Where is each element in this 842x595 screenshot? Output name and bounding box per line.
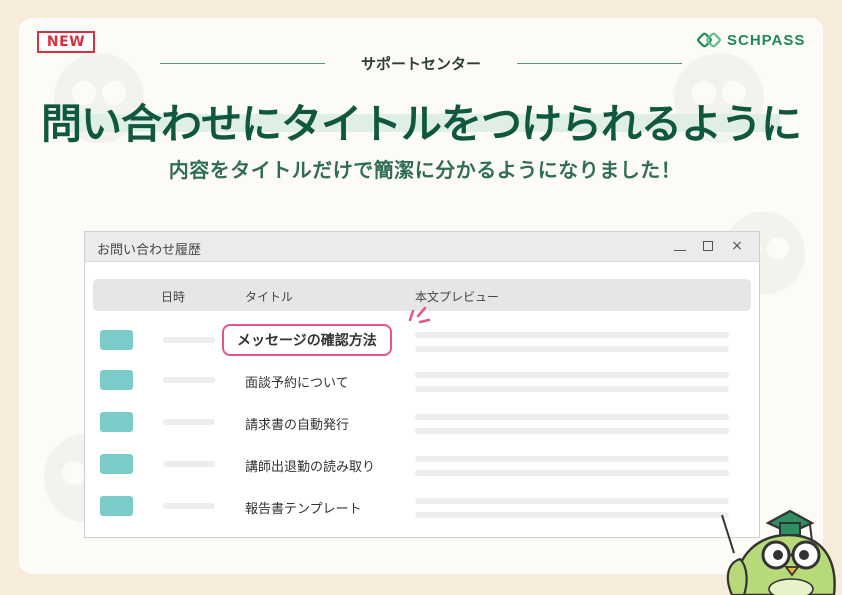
- close-icon: ×: [731, 238, 743, 254]
- minimize-icon: [674, 250, 686, 251]
- table-row[interactable]: 請求書の自動発行: [85, 412, 761, 436]
- preview-placeholder: [415, 386, 729, 392]
- row-title-highlighted: メッセージの確認方法: [222, 324, 392, 356]
- brand-logo-icon: [697, 32, 721, 48]
- date-placeholder: [163, 337, 215, 343]
- preview-placeholder: [415, 414, 729, 420]
- date-placeholder: [163, 461, 215, 467]
- minimize-button[interactable]: [669, 235, 691, 257]
- section-header: サポートセンター: [160, 52, 683, 74]
- date-placeholder: [163, 419, 215, 425]
- new-badge: NEW: [37, 31, 95, 53]
- headline-block: 問い合わせにタイトルをつけられるように: [0, 86, 842, 148]
- sparkle-accent-icon: [408, 306, 431, 324]
- category-chip: [100, 454, 133, 474]
- row-title: 報告書テンプレート: [245, 502, 362, 517]
- section-label: サポートセンター: [361, 54, 482, 73]
- category-chip: [100, 496, 133, 516]
- category-chip: [100, 412, 133, 432]
- brand-logo: SCHPASS: [697, 30, 805, 50]
- column-header-date: 日時: [161, 290, 186, 304]
- divider-line: [160, 62, 325, 64]
- headline: 問い合わせにタイトルをつけられるように: [41, 100, 802, 148]
- window-title: お問い合わせ履歴: [97, 243, 202, 258]
- category-chip: [100, 370, 133, 390]
- preview-placeholder: [415, 456, 729, 462]
- divider-line: [517, 62, 683, 64]
- preview-placeholder: [415, 332, 729, 338]
- row-title: 面談予約について: [245, 376, 349, 391]
- table-row[interactable]: 面談予約について: [85, 370, 761, 394]
- window-titlebar: お問い合わせ履歴 ×: [85, 232, 759, 262]
- brand-name: SCHPASS: [727, 31, 806, 49]
- owl-mascot-illustration: [721, 509, 836, 595]
- preview-placeholder: [415, 470, 729, 476]
- table-row[interactable]: メッセージの確認方法: [85, 324, 761, 356]
- row-title: 講師出退勤の読み取り: [245, 460, 376, 475]
- maximize-icon: [703, 241, 713, 251]
- preview-placeholder: [415, 498, 729, 504]
- preview-placeholder: [415, 346, 729, 352]
- close-button[interactable]: ×: [726, 235, 748, 257]
- date-placeholder: [163, 377, 215, 383]
- maximize-button[interactable]: [697, 235, 719, 257]
- inquiry-history-window: お問い合わせ履歴 × 日時 タイトル 本文プレビュー メッセージの確認方法 面談…: [84, 231, 760, 538]
- preview-placeholder: [415, 372, 729, 378]
- preview-placeholder: [415, 428, 729, 434]
- column-header-title: タイトル: [245, 290, 294, 304]
- table-row[interactable]: 報告書テンプレート: [85, 496, 761, 520]
- date-placeholder: [163, 503, 215, 509]
- category-chip: [100, 330, 133, 350]
- table-row[interactable]: 講師出退勤の読み取り: [85, 454, 761, 478]
- row-title: 請求書の自動発行: [245, 418, 350, 433]
- preview-placeholder: [415, 512, 729, 518]
- subheadline: 内容をタイトルだけで簡潔に分かるようになりました！: [168, 158, 682, 182]
